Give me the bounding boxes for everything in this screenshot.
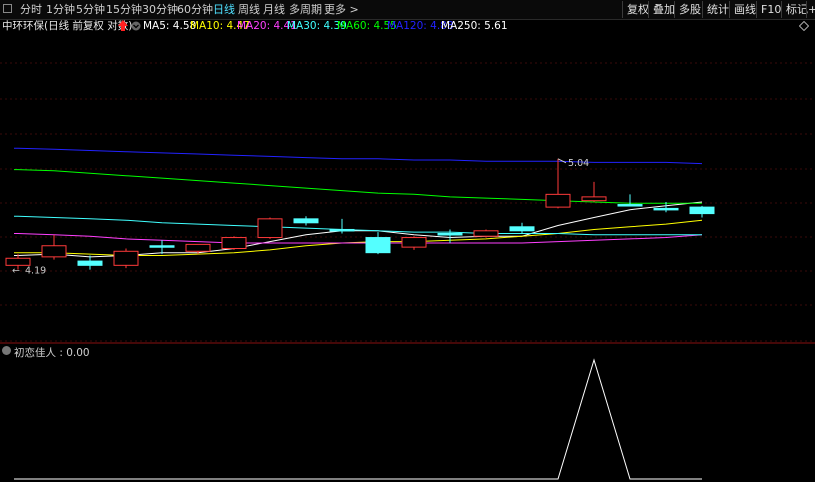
- period-tab-1min[interactable]: 1分钟: [46, 2, 75, 17]
- candle-down[interactable]: [293, 218, 319, 224]
- red-up-arrow-icon: [118, 20, 128, 31]
- candle-up[interactable]: [41, 245, 67, 258]
- ma-lines: [14, 147, 703, 258]
- period-tab-30min[interactable]: 30分钟: [142, 2, 178, 17]
- candle-down[interactable]: [653, 207, 679, 211]
- period-tab-more[interactable]: 更多 >: [324, 2, 359, 17]
- candle-up[interactable]: [545, 193, 571, 208]
- indicator-line: [14, 358, 702, 480]
- period-tab-multi[interactable]: 多周期: [289, 2, 322, 17]
- chevron-down-icon[interactable]: [131, 21, 141, 31]
- ma-line-ma120: [14, 147, 703, 165]
- add-button[interactable]: +: [806, 1, 815, 18]
- multi-stock-button[interactable]: 多股: [674, 1, 705, 18]
- candle-up[interactable]: [5, 257, 31, 266]
- indicator-chart[interactable]: [0, 358, 815, 482]
- low-price-label: 4.19: [25, 266, 46, 277]
- candle-down[interactable]: [365, 237, 391, 254]
- menu-square-icon[interactable]: [3, 4, 12, 13]
- period-tab-5min[interactable]: 5分钟: [76, 2, 105, 17]
- ma250-label: MA250: 5.61: [441, 20, 508, 32]
- period-tab-15min[interactable]: 15分钟: [106, 2, 142, 17]
- candle-down[interactable]: [689, 206, 715, 215]
- left-arrow-icon: ←: [12, 266, 20, 277]
- candle-up[interactable]: [221, 237, 247, 250]
- period-tab-fenshi[interactable]: 分时: [20, 2, 42, 17]
- period-tab-daily[interactable]: 日线: [213, 2, 235, 17]
- candle-down[interactable]: [617, 204, 643, 207]
- candle-up[interactable]: [185, 243, 211, 252]
- kline-chart[interactable]: 5.04 ← 4.19: [0, 33, 815, 344]
- period-tab-60min[interactable]: 60分钟: [177, 2, 213, 17]
- candle-down[interactable]: [509, 226, 535, 232]
- candle-up[interactable]: [581, 196, 607, 202]
- candle-down[interactable]: [437, 232, 463, 236]
- indicator-settings-icon[interactable]: [2, 346, 11, 355]
- diamond-icon[interactable]: [799, 21, 809, 31]
- candle-up[interactable]: [401, 237, 427, 248]
- candle-down[interactable]: [149, 245, 175, 248]
- stock-title: 中环环保(日线 前复权 对数): [2, 20, 133, 32]
- high-price-label: 5.04: [568, 158, 589, 169]
- candle-up[interactable]: [257, 218, 283, 239]
- candle-up[interactable]: [473, 230, 499, 237]
- ma-legend-bar: 中环环保(日线 前复权 对数) MA5: 4.58 MA10: 4.47 MA2…: [0, 19, 815, 33]
- candle-down[interactable]: [329, 228, 355, 232]
- ma-line-ma30: [14, 215, 702, 236]
- candle-up[interactable]: [113, 250, 139, 266]
- period-toolbar: 分时 1分钟 5分钟 15分钟 30分钟 60分钟 日线 周线 月线 多周期 更…: [0, 0, 815, 20]
- period-tab-weekly[interactable]: 周线: [238, 2, 260, 17]
- period-tab-monthly[interactable]: 月线: [263, 2, 285, 17]
- candle-down[interactable]: [77, 260, 103, 266]
- ma5-label: MA5: 4.58: [143, 20, 197, 32]
- price-annotations: 5.04 ← 4.19: [12, 158, 589, 277]
- indicator-header: 初恋佳人 : 0.00: [0, 344, 815, 359]
